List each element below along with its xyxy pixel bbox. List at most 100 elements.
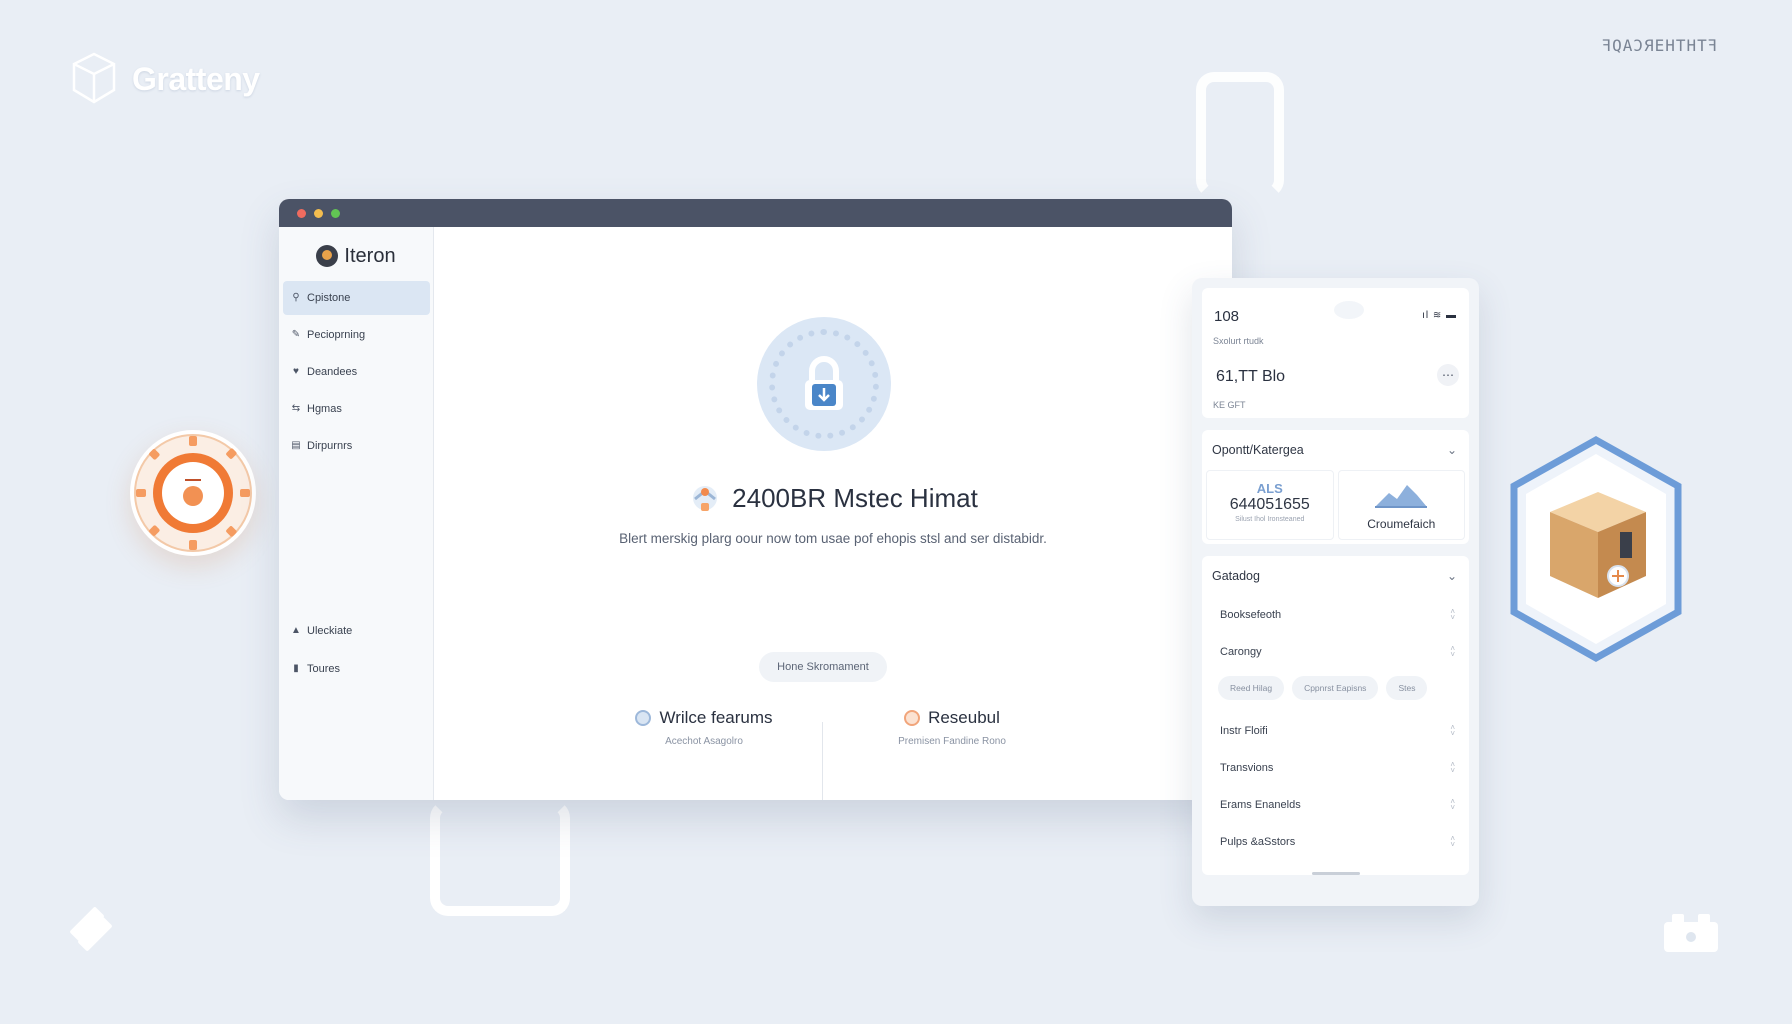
sort-icon: ˄ ˅ <box>1450 606 1455 622</box>
list-item[interactable]: Erams Enanelds ˄ ˅ <box>1202 786 1469 823</box>
mountain-chart-icon <box>1375 485 1428 508</box>
brand-name: Gratteny <box>132 60 260 97</box>
list-item[interactable]: Instr Floifi ˄ ˅ <box>1202 712 1469 749</box>
list-item-label: Pulps &aSstors <box>1220 835 1296 848</box>
sidebar: Iteron ⚲ Cpistone ✎ Pecioprning ♥ Deande… <box>279 227 434 800</box>
stat-tile-label: ALS <box>1256 481 1283 496</box>
account-card: 108 ıl ≋ ▬ Sxolurt rtudk 61,TT Blo ⋯ KE … <box>1202 288 1469 418</box>
more-options-button[interactable]: ⋯ <box>1437 364 1459 386</box>
info-icon <box>635 710 652 726</box>
account-label: Sxolurt rtudk <box>1213 336 1264 346</box>
sidebar-item-toures[interactable]: ▮ Toures <box>283 652 430 686</box>
filter-chip[interactable]: Stes <box>1386 676 1428 700</box>
decorative-bracket <box>1196 72 1284 198</box>
sidebar-item-dirpurnrs[interactable]: ▤ Dirpurnrs <box>283 429 430 463</box>
app-logo-icon <box>316 245 339 267</box>
sidebar-item-label: Hgmas <box>307 403 342 415</box>
sidebar-item-deandees[interactable]: ♥ Deandees <box>283 355 430 389</box>
feature-item[interactable]: Reseubul Premisen Fandine Rono <box>842 708 1062 747</box>
padlock-icon <box>805 356 843 410</box>
signal-wifi-battery-icon: ıl ≋ ▬ <box>1422 310 1457 321</box>
mobile-panel: 108 ıl ≋ ▬ Sxolurt rtudk 61,TT Blo ⋯ KE … <box>1192 278 1479 906</box>
maximize-window-button[interactable] <box>331 208 340 218</box>
sidebar-item-label: Dirpurnrs <box>307 440 353 452</box>
corner-label: ꟻQAƆЯEHTHTꟻ <box>1601 36 1718 55</box>
sidebar-item-label: Uleckiate <box>307 625 353 637</box>
page-title-text: 2400BR Mstec Himat <box>732 482 978 513</box>
chevron-down-icon: ⌄ <box>1446 569 1457 583</box>
status-time: 108 <box>1214 308 1240 325</box>
list-item-label: Transvions <box>1220 761 1274 774</box>
divider <box>822 722 823 800</box>
decorative-bracket <box>430 800 570 916</box>
feature-title: Wrilce fearums <box>659 708 773 727</box>
sort-icon: ˄ ˅ <box>1450 722 1455 738</box>
home-pill-button[interactable]: Hone Skromament <box>759 652 887 682</box>
sidebar-brand-name: Iteron <box>344 244 396 267</box>
sidebar-item-label: Deandees <box>307 366 358 378</box>
list-item[interactable]: Booksefeoth ˄ ˅ <box>1202 596 1469 633</box>
account-balance: 61,TT Blo <box>1216 368 1286 385</box>
satellite-icon <box>70 907 112 951</box>
page-title: 2400BR Mstec Himat <box>434 481 1232 515</box>
minimize-window-button[interactable] <box>314 208 323 218</box>
token-badge <box>130 430 256 556</box>
sidebar-item-cpistone[interactable]: ⚲ Cpistone <box>283 281 430 315</box>
sidebar-item-label: Toures <box>307 663 341 675</box>
sparkle-icon <box>693 486 718 511</box>
flow-icon: ⇆ <box>291 403 301 414</box>
document-icon: ▤ <box>291 440 301 451</box>
feature-subtitle: Premisen Fandine Rono <box>898 736 1006 747</box>
lock-badge <box>757 317 891 451</box>
account-sub: KE GFT <box>1213 400 1246 410</box>
page-subtitle: Blert merskig plarg oour now tom usae po… <box>619 531 1047 546</box>
home-indicator <box>1311 872 1360 875</box>
sort-icon: ˄ ˅ <box>1450 833 1455 849</box>
list-item[interactable]: Transvions ˄ ˅ <box>1202 749 1469 786</box>
lock-ring <box>769 329 879 439</box>
close-window-button[interactable] <box>297 208 306 218</box>
chart-tile[interactable]: Croumefaich <box>1337 470 1465 540</box>
sort-icon: ˄ ˅ <box>1450 643 1455 659</box>
main-content: 2400BR Mstec Himat Blert merskig plarg o… <box>434 227 1232 800</box>
list-item-label: Carongy <box>1220 645 1262 658</box>
sidebar-item-uleckiate[interactable]: ▲ Uleckiate <box>283 614 430 648</box>
status-icon <box>904 710 921 726</box>
sidebar-item-pecioprning[interactable]: ✎ Pecioprning <box>283 318 430 352</box>
sidebar-item-label: Pecioprning <box>307 329 366 341</box>
list-item[interactable]: Carongy ˄ ˅ <box>1202 633 1469 670</box>
sort-icon: ˄ ˅ <box>1450 759 1455 775</box>
section-categories: Opontt/Katergea ⌄ ALS 644051655 Silust I… <box>1202 430 1469 544</box>
package-hexagon <box>1510 435 1682 664</box>
camera-notch <box>1334 301 1364 319</box>
filter-chip[interactable]: Cppnrst Eapisns <box>1292 676 1379 700</box>
camera-robot-icon <box>1664 914 1718 952</box>
lock-icon: ▲ <box>291 625 301 636</box>
section-header[interactable]: Gatadog ⌄ <box>1202 556 1469 596</box>
cube-logo-icon <box>72 52 116 104</box>
sort-icon: ˄ ˅ <box>1450 796 1455 812</box>
book-icon: ▮ <box>293 663 299 674</box>
list-item[interactable]: Pulps &aSstors ˄ ˅ <box>1202 823 1469 860</box>
package-icon <box>1510 435 1682 663</box>
filter-chips: Reed Hilag Cppnrst Eapisns Stes <box>1202 670 1469 712</box>
feature-subtitle: Acechot Asagolro <box>665 736 743 747</box>
section-catalog: Gatadog ⌄ Booksefeoth ˄ ˅ Carongy ˄ ˅ Reed… <box>1202 556 1469 875</box>
list-item-label: Erams Enanelds <box>1220 798 1301 811</box>
search-icon: ⚲ <box>292 292 300 303</box>
app-window: Iteron ⚲ Cpistone ✎ Pecioprning ♥ Deande… <box>279 199 1232 800</box>
chart-tile-label: Croumefaich <box>1367 517 1436 531</box>
section-header[interactable]: Opontt/Katergea ⌄ <box>1202 430 1469 470</box>
section-title: Opontt/Katergea <box>1212 443 1304 457</box>
sidebar-brand[interactable]: Iteron <box>279 241 433 271</box>
window-titlebar <box>279 199 1232 227</box>
stat-tile[interactable]: ALS 644051655 Silust Ihol Ironsteaned <box>1206 470 1334 540</box>
filter-chip[interactable]: Reed Hilag <box>1218 676 1285 700</box>
sidebar-item-hgmas[interactable]: ⇆ Hgmas <box>283 392 430 426</box>
stat-tile-caption: Silust Ihol Ironsteaned <box>1235 516 1305 523</box>
feature-item[interactable]: Wrilce fearums Acechot Asagolro <box>594 708 814 747</box>
stat-tile-value: 644051655 <box>1229 496 1310 513</box>
shield-icon: ♥ <box>293 366 299 377</box>
list-item-label: Instr Floifi <box>1220 724 1268 737</box>
chevron-down-icon: ⌄ <box>1446 443 1457 457</box>
